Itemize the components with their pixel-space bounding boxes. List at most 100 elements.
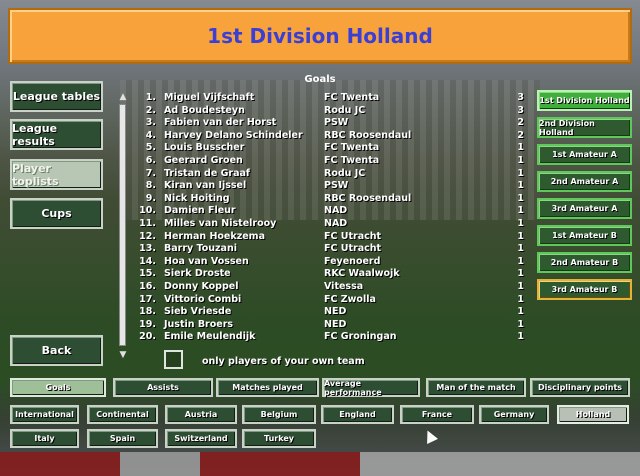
list-item[interactable]: 18. Sieb Vriesde NED 1: [134, 306, 526, 319]
tab-country[interactable]: Turkey: [242, 429, 316, 448]
player-name: Justin Broers: [164, 318, 234, 330]
division-button[interactable]: 3rd Amateur A: [537, 198, 632, 219]
list-item[interactable]: 8. Kiran van Ijssel PSW 1: [134, 180, 526, 193]
player-club: NED: [324, 318, 347, 330]
player-club: Feyenoerd: [324, 255, 381, 267]
player-rank: 10.: [139, 205, 156, 217]
list-item[interactable]: 7. Tristan de Graaf Rodu JC 1: [134, 168, 526, 181]
division-button[interactable]: 2nd Amateur A: [537, 171, 632, 192]
player-goals: 3: [517, 92, 524, 103]
player-rank: 2.: [145, 104, 156, 116]
tab-category[interactable]: Matches played: [216, 378, 319, 397]
list-item[interactable]: 9. Nick Hoiting RBC Roosendaul 1: [134, 193, 526, 206]
player-toplists-button[interactable]: Player toplists: [10, 159, 103, 190]
list-item[interactable]: 11. Milles van Nistelrooy NAD 1: [134, 218, 526, 231]
player-club: FC Twenta: [324, 92, 380, 103]
player-club: NAD: [324, 205, 348, 217]
player-club: PSW: [324, 117, 349, 129]
player-name: Donny Koppel: [164, 280, 239, 292]
player-goals: 1: [517, 243, 524, 255]
toplist: 1. Miguel Vijfschaft FC Twenta 3 2. Ad Boudes…: [134, 92, 526, 344]
list-item[interactable]: 10. Damien Fleur NAD 1: [134, 205, 526, 218]
list-item[interactable]: 5. Louis Busscher FC Twenta 1: [134, 142, 526, 155]
tab-country[interactable]: Austria: [165, 405, 237, 424]
player-rank: 14.: [139, 255, 156, 267]
player-goals: 1: [517, 205, 524, 217]
list-item[interactable]: 19. Justin Broers NED 1: [134, 319, 526, 332]
division-button[interactable]: 1st Division Holland: [537, 90, 632, 111]
player-club: NAD: [324, 217, 348, 229]
player-club: NED: [324, 306, 347, 318]
tab-country[interactable]: England: [321, 405, 394, 424]
list-item[interactable]: 16. Donny Koppel Vitessa 1: [134, 281, 526, 294]
tab-category[interactable]: Assists: [113, 378, 213, 397]
player-club: RBC Roosendaul: [324, 192, 412, 204]
cups-button[interactable]: Cups: [10, 198, 103, 229]
division-button[interactable]: 2nd Amateur B: [537, 252, 632, 273]
player-name: Ad Boudesteyn: [164, 104, 245, 116]
tab-country[interactable]: Holland: [557, 405, 629, 424]
tab-country[interactable]: Germany: [479, 405, 549, 424]
player-goals: 2: [517, 129, 524, 141]
list-item[interactable]: 3. Fabien van der Horst PSW 2: [134, 117, 526, 130]
division-button[interactable]: 1st Amateur B: [537, 225, 632, 246]
scroll-thumb[interactable]: [119, 104, 126, 346]
list-item[interactable]: 15. Sierk Droste RKC Waalwojk 1: [134, 268, 526, 281]
list-item[interactable]: 13. Barry Touzani FC Utracht 1: [134, 243, 526, 256]
player-goals: 3: [517, 104, 524, 116]
scroll-up-arrow-icon[interactable]: ▲: [117, 92, 129, 102]
player-rank: 3.: [145, 117, 156, 129]
tab-country[interactable]: Italy: [10, 429, 79, 448]
player-rank: 20.: [139, 331, 156, 343]
player-rank: 17.: [139, 293, 156, 305]
title-bar: 1st Division Holland: [8, 8, 632, 64]
list-item[interactable]: 20. Emile Meulendijk FC Groningan 1: [134, 331, 526, 344]
tab-category[interactable]: Goals: [10, 378, 106, 397]
player-goals: 1: [517, 230, 524, 242]
division-button[interactable]: 3rd Amateur B: [537, 279, 632, 300]
tab-category[interactable]: Man of the match: [426, 378, 526, 397]
player-name: Tristan de Graaf: [164, 167, 251, 179]
tab-country[interactable]: International: [10, 405, 79, 424]
tab-country[interactable]: Spain: [87, 429, 158, 448]
back-button[interactable]: Back: [10, 335, 103, 366]
division-button[interactable]: 1st Amateur A: [537, 144, 632, 165]
tab-category[interactable]: Disciplinary points: [530, 378, 630, 397]
player-goals: 1: [517, 180, 524, 192]
player-goals: 1: [517, 255, 524, 267]
tab-country[interactable]: Switzerland: [165, 429, 237, 448]
list-item[interactable]: 4. Harvey Delano Schindeler RBC Roosendaul…: [134, 130, 526, 143]
player-rank: 16.: [139, 280, 156, 292]
tab-category[interactable]: Average performance: [322, 378, 420, 397]
list-item[interactable]: 2. Ad Boudesteyn Rodu JC 3: [134, 105, 526, 118]
player-rank: 4.: [145, 129, 156, 141]
division-button[interactable]: 2nd Division Holland: [537, 117, 632, 138]
league-results-button[interactable]: League results: [10, 119, 103, 150]
player-rank: 11.: [139, 217, 156, 229]
tab-country[interactable]: Belgium: [242, 405, 316, 424]
list-scrollbar[interactable]: ▲ ▼: [117, 92, 129, 362]
player-rank: 12.: [139, 230, 156, 242]
list-item[interactable]: 17. Vittorio Combi FC Zwolla 1: [134, 294, 526, 307]
league-tables-button[interactable]: League tables: [10, 81, 103, 112]
player-goals: 1: [517, 217, 524, 229]
player-goals: 1: [517, 293, 524, 305]
player-goals: 1: [517, 318, 524, 330]
player-club: Rodu JC: [324, 167, 366, 179]
list-item[interactable]: 6. Geerard Groen FC Twenta 1: [134, 155, 526, 168]
player-rank: 7.: [145, 167, 156, 179]
player-club: RBC Roosendaul: [324, 129, 412, 141]
player-goals: 1: [517, 268, 524, 280]
player-goals: 1: [517, 142, 524, 154]
scroll-down-arrow-icon[interactable]: ▼: [117, 350, 129, 360]
list-item[interactable]: 1. Miguel Vijfschaft FC Twenta 3: [134, 92, 526, 105]
tab-country[interactable]: France: [400, 405, 474, 424]
player-name: Fabien van der Horst: [164, 117, 277, 129]
tab-country[interactable]: Continental: [87, 405, 158, 424]
player-rank: 1.: [145, 92, 156, 103]
player-club: RKC Waalwojk: [324, 268, 400, 280]
player-name: Miguel Vijfschaft: [164, 92, 255, 103]
list-item[interactable]: 14. Hoa van Vossen Feyenoerd 1: [134, 256, 526, 269]
list-item[interactable]: 12. Herman Hoekzema FC Utracht 1: [134, 231, 526, 244]
own-team-checkbox[interactable]: [164, 350, 183, 369]
